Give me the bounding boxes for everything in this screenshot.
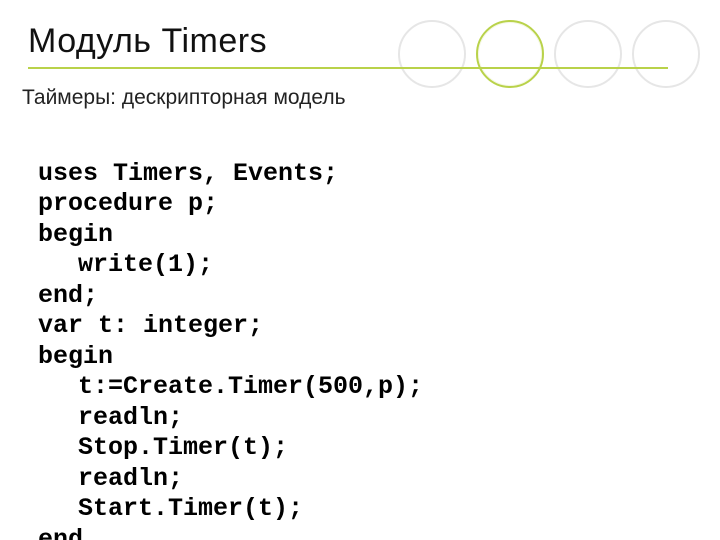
- circle-decor: [632, 20, 700, 88]
- code-line: readln;: [38, 403, 183, 434]
- page-subtitle: Таймеры: дескрипторная модель: [22, 86, 346, 110]
- code-line: begin: [38, 220, 113, 249]
- code-line: write(1);: [38, 250, 213, 281]
- code-line: uses Timers, Events;: [38, 159, 338, 188]
- code-line: end.: [38, 525, 98, 540]
- circle-decor-accent: [476, 20, 544, 88]
- circle-decor: [398, 20, 466, 88]
- code-line: begin: [38, 342, 113, 371]
- code-line: procedure p;: [38, 189, 218, 218]
- circle-decor: [554, 20, 622, 88]
- page-title: Модуль Timers: [28, 22, 400, 61]
- code-line: Stop.Timer(t);: [38, 433, 288, 464]
- code-line: end;: [38, 281, 98, 310]
- code-line: readln;: [38, 464, 183, 495]
- title-underline: [28, 67, 668, 69]
- code-block: uses Timers, Events; procedure p; begin …: [38, 128, 423, 540]
- decorative-circles: [398, 20, 700, 88]
- code-line: var t: integer;: [38, 311, 263, 340]
- code-line: Start.Timer(t);: [38, 494, 303, 525]
- code-line: t:=Create.Timer(500,p);: [38, 372, 423, 403]
